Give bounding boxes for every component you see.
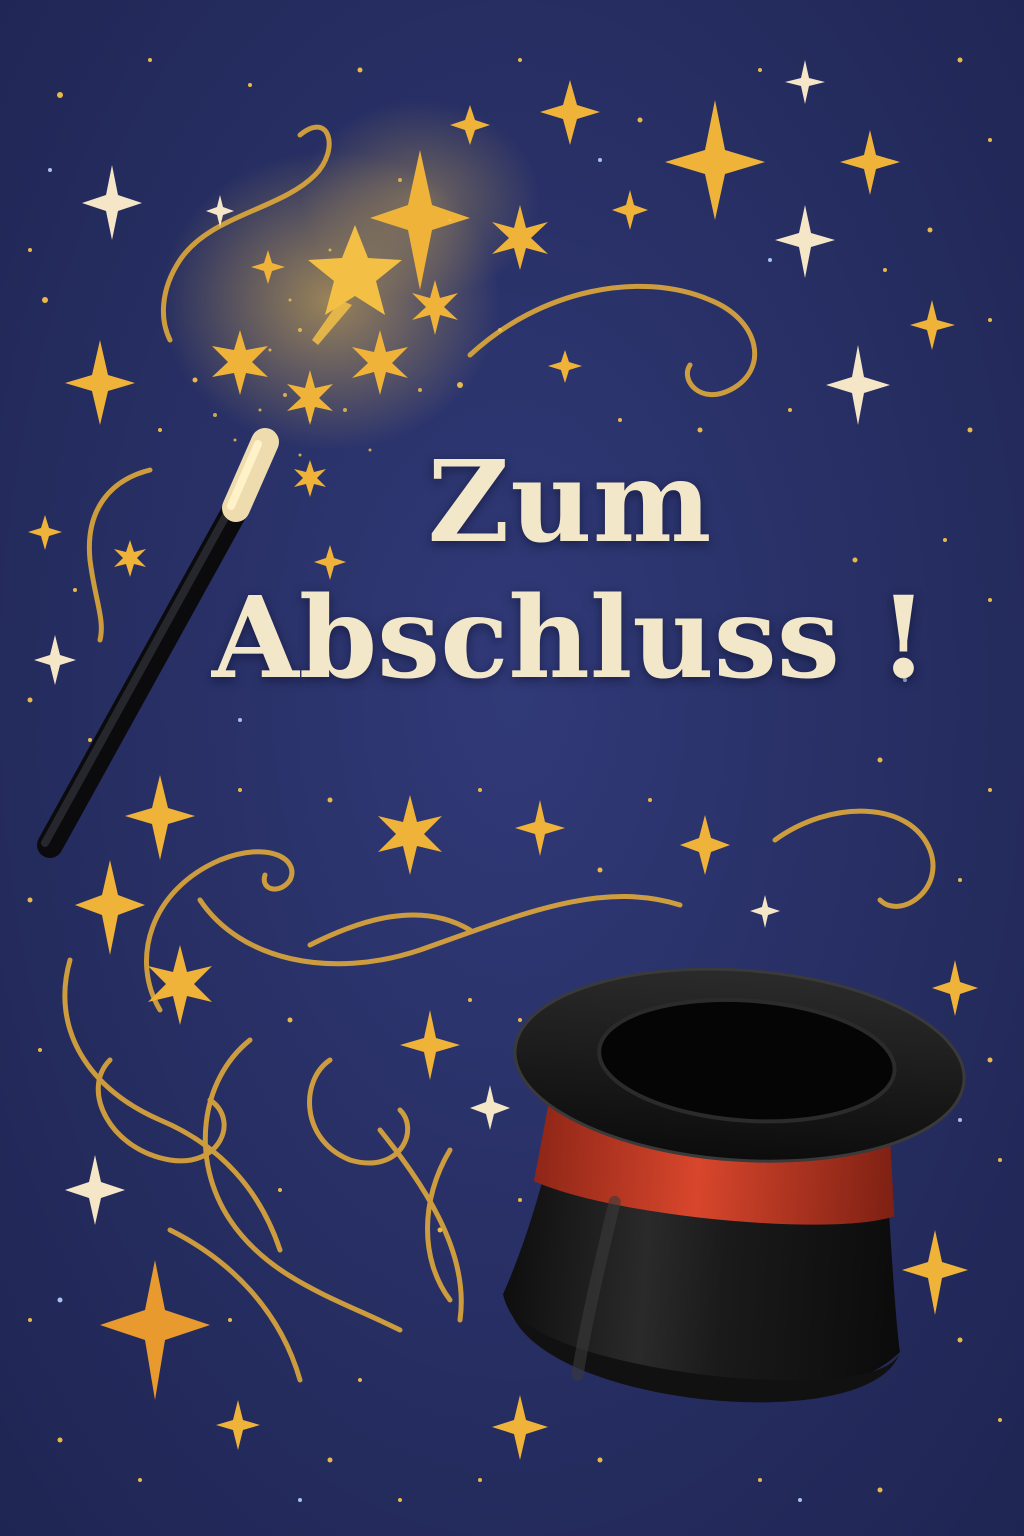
sparkle-star-icon (612, 190, 648, 230)
swirl-ornament (772, 808, 936, 909)
headline-line-1: Zum (427, 437, 713, 568)
sparkle-star-icon (540, 80, 600, 145)
sparkle-star-icon (100, 1260, 210, 1400)
sparkle-star-icon (826, 345, 890, 425)
sparkle-star-icon (28, 515, 62, 550)
sparkle-star-icon (216, 1400, 260, 1450)
sparkle-star-icon (665, 100, 765, 220)
swirl-ornament (425, 1147, 453, 1303)
swirl-ornament (202, 1037, 403, 1333)
sparkle-star-icon (902, 1230, 968, 1315)
top-hat-icon (502, 967, 966, 1403)
sparkle-star-icon (65, 1155, 125, 1225)
sparkle-star-icon (750, 895, 780, 928)
sparkle-star-icon (34, 635, 76, 685)
sparkle-star-icon (400, 1010, 460, 1080)
sparkle-star-icon (470, 1085, 510, 1130)
sparkle-star-icon (775, 205, 835, 278)
headline-line-2: Abschluss ! (211, 573, 929, 704)
sparkle-star-icon (840, 130, 900, 195)
headline: Zum Abschluss ! (150, 440, 990, 702)
swirl-ornament (197, 894, 683, 967)
sparkle-star-icon (82, 165, 142, 240)
sparkle-star-icon (548, 350, 582, 383)
swirl-ornament (467, 283, 758, 398)
sparkle-star-icon (785, 60, 825, 104)
sparkle-star-icon (125, 775, 195, 860)
sparkle-star-icon (75, 860, 145, 955)
sparkle-star-icon (932, 960, 978, 1016)
sparkle-star-icon (910, 300, 955, 350)
sparkle-star-icon (680, 815, 730, 875)
swirl-ornament (86, 467, 153, 643)
sparkle-star-icon (515, 800, 565, 856)
swirl-ornament (167, 1227, 303, 1383)
sparkle-star-icon (65, 340, 135, 425)
poster: Zum Abschluss ! (0, 0, 1024, 1536)
background-decoration (27, 57, 1002, 1502)
sparkle-star-icon (492, 1395, 548, 1460)
